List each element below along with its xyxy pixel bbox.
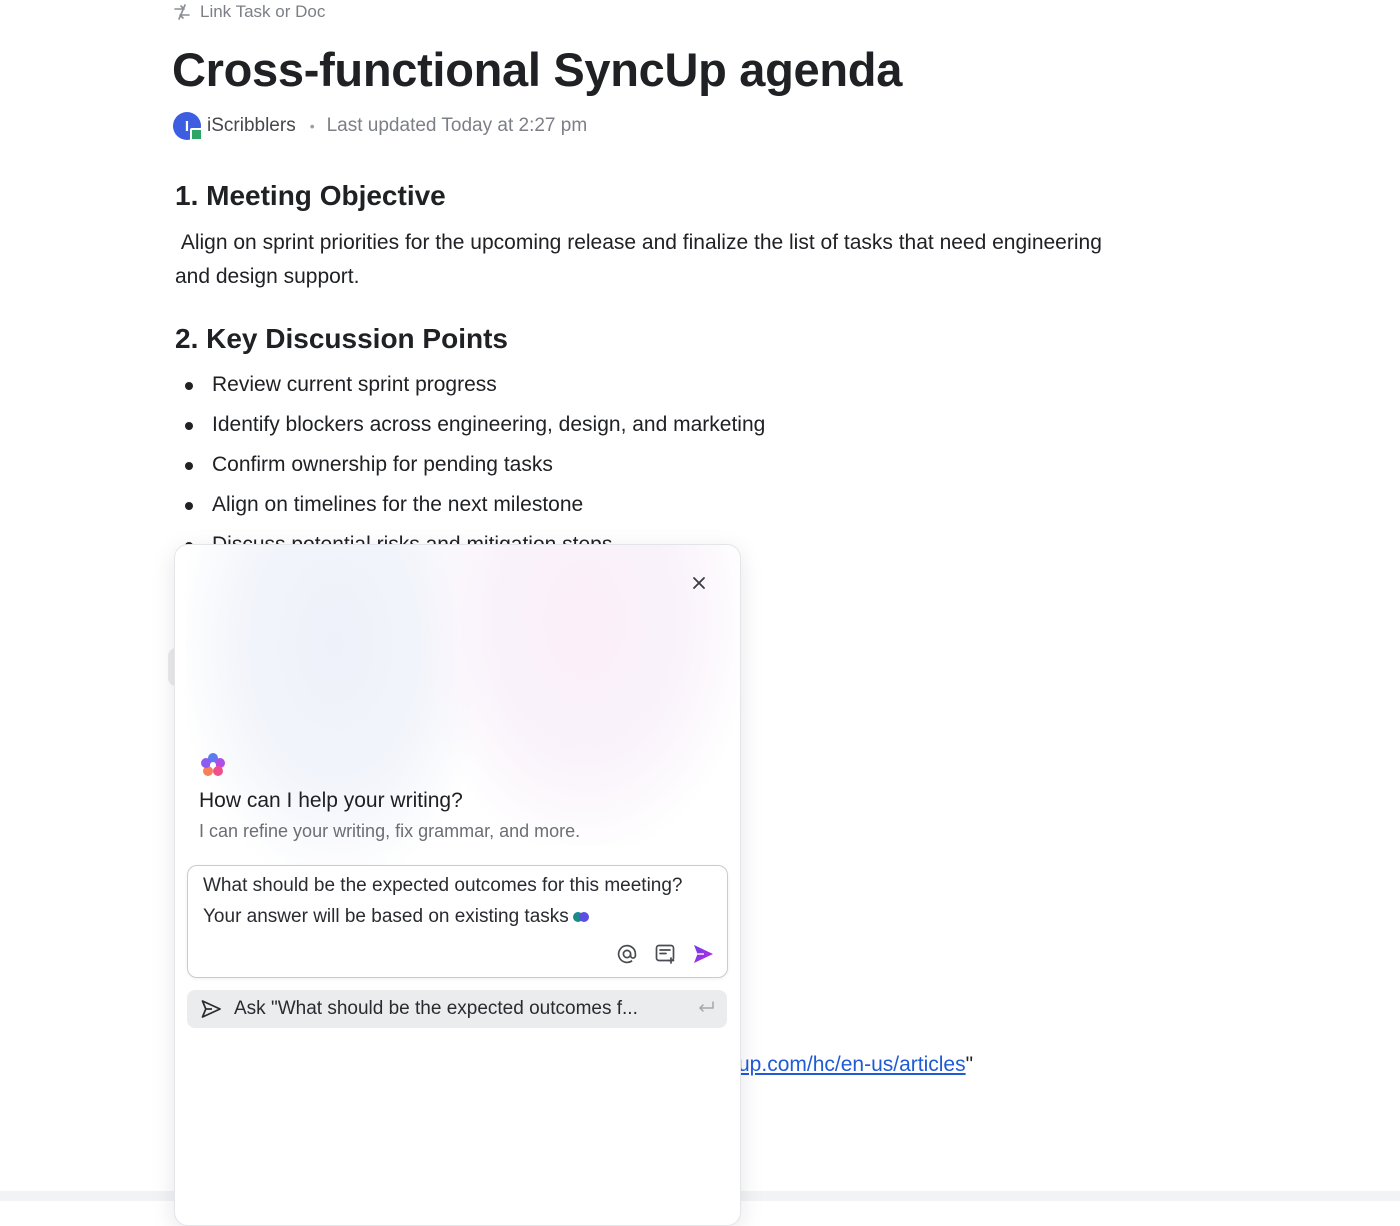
doc-context-icon[interactable] [653, 942, 677, 966]
ask-suggestion-label: Ask "What should be the expected outcome… [234, 998, 638, 1019]
discussion-list: Review current sprint progress Identify … [183, 366, 765, 546]
doc-meta: I iScribblers • Last updated Today at 2:… [173, 112, 588, 141]
prompt-input-value: What should be the expected outcomes for… [203, 875, 683, 927]
close-button[interactable] [685, 571, 713, 599]
section-heading-objective[interactable]: 1. Meeting Objective [175, 180, 446, 212]
avatar-initial: I [184, 117, 190, 135]
list-item[interactable]: Identify blockers across engineering, de… [183, 406, 765, 446]
meta-separator: • [309, 118, 315, 134]
list-item[interactable]: Confirm ownership for pending tasks [183, 446, 765, 486]
ai-brain-icon [199, 751, 227, 779]
prompt-toolbar [615, 942, 715, 966]
ai-activity-icon [572, 911, 591, 923]
doc-link-row: up.com/hc/en-us/articles" [738, 1053, 973, 1077]
prompt-input-text[interactable]: What should be the expected outcomes for… [203, 870, 708, 932]
link-quote-suffix: " [965, 1053, 974, 1076]
list-item[interactable]: Review current sprint progress [183, 366, 765, 406]
ai-writing-panel: How can I help your writing? I can refin… [174, 544, 741, 1226]
ask-suggestion-button[interactable]: Ask "What should be the expected outcome… [187, 990, 727, 1028]
mention-icon[interactable] [615, 942, 639, 966]
close-icon [692, 576, 706, 595]
objective-paragraph[interactable]: Align on sprint priorities for the upcom… [175, 226, 1115, 294]
ai-panel-subheading: I can refine your writing, fix grammar, … [199, 821, 581, 841]
send-outline-icon [200, 998, 222, 1020]
presence-indicator [190, 128, 203, 141]
ai-panel-heading: How can I help your writing? [199, 789, 463, 812]
list-item[interactable]: Align on timelines for the next mileston… [183, 486, 765, 526]
link-task-label: Link Task or Doc [200, 2, 326, 21]
last-updated: Last updated Today at 2:27 pm [326, 115, 588, 136]
section-heading-discussion[interactable]: 2. Key Discussion Points [175, 323, 508, 355]
article-link[interactable]: up.com/hc/en-us/articles [738, 1053, 966, 1076]
page-title[interactable]: Cross-functional SyncUp agenda [172, 42, 902, 97]
avatar[interactable]: I [173, 112, 203, 141]
author-name[interactable]: iScribblers [207, 115, 296, 137]
list-item[interactable]: Discuss potential risks and mitigation s… [183, 526, 765, 546]
link-arrows-icon [172, 2, 192, 22]
send-icon[interactable] [691, 942, 715, 966]
enter-key-icon [697, 1000, 715, 1016]
prompt-input[interactable]: What should be the expected outcomes for… [187, 865, 728, 978]
link-task-or-doc-button[interactable]: Link Task or Doc [172, 2, 325, 22]
